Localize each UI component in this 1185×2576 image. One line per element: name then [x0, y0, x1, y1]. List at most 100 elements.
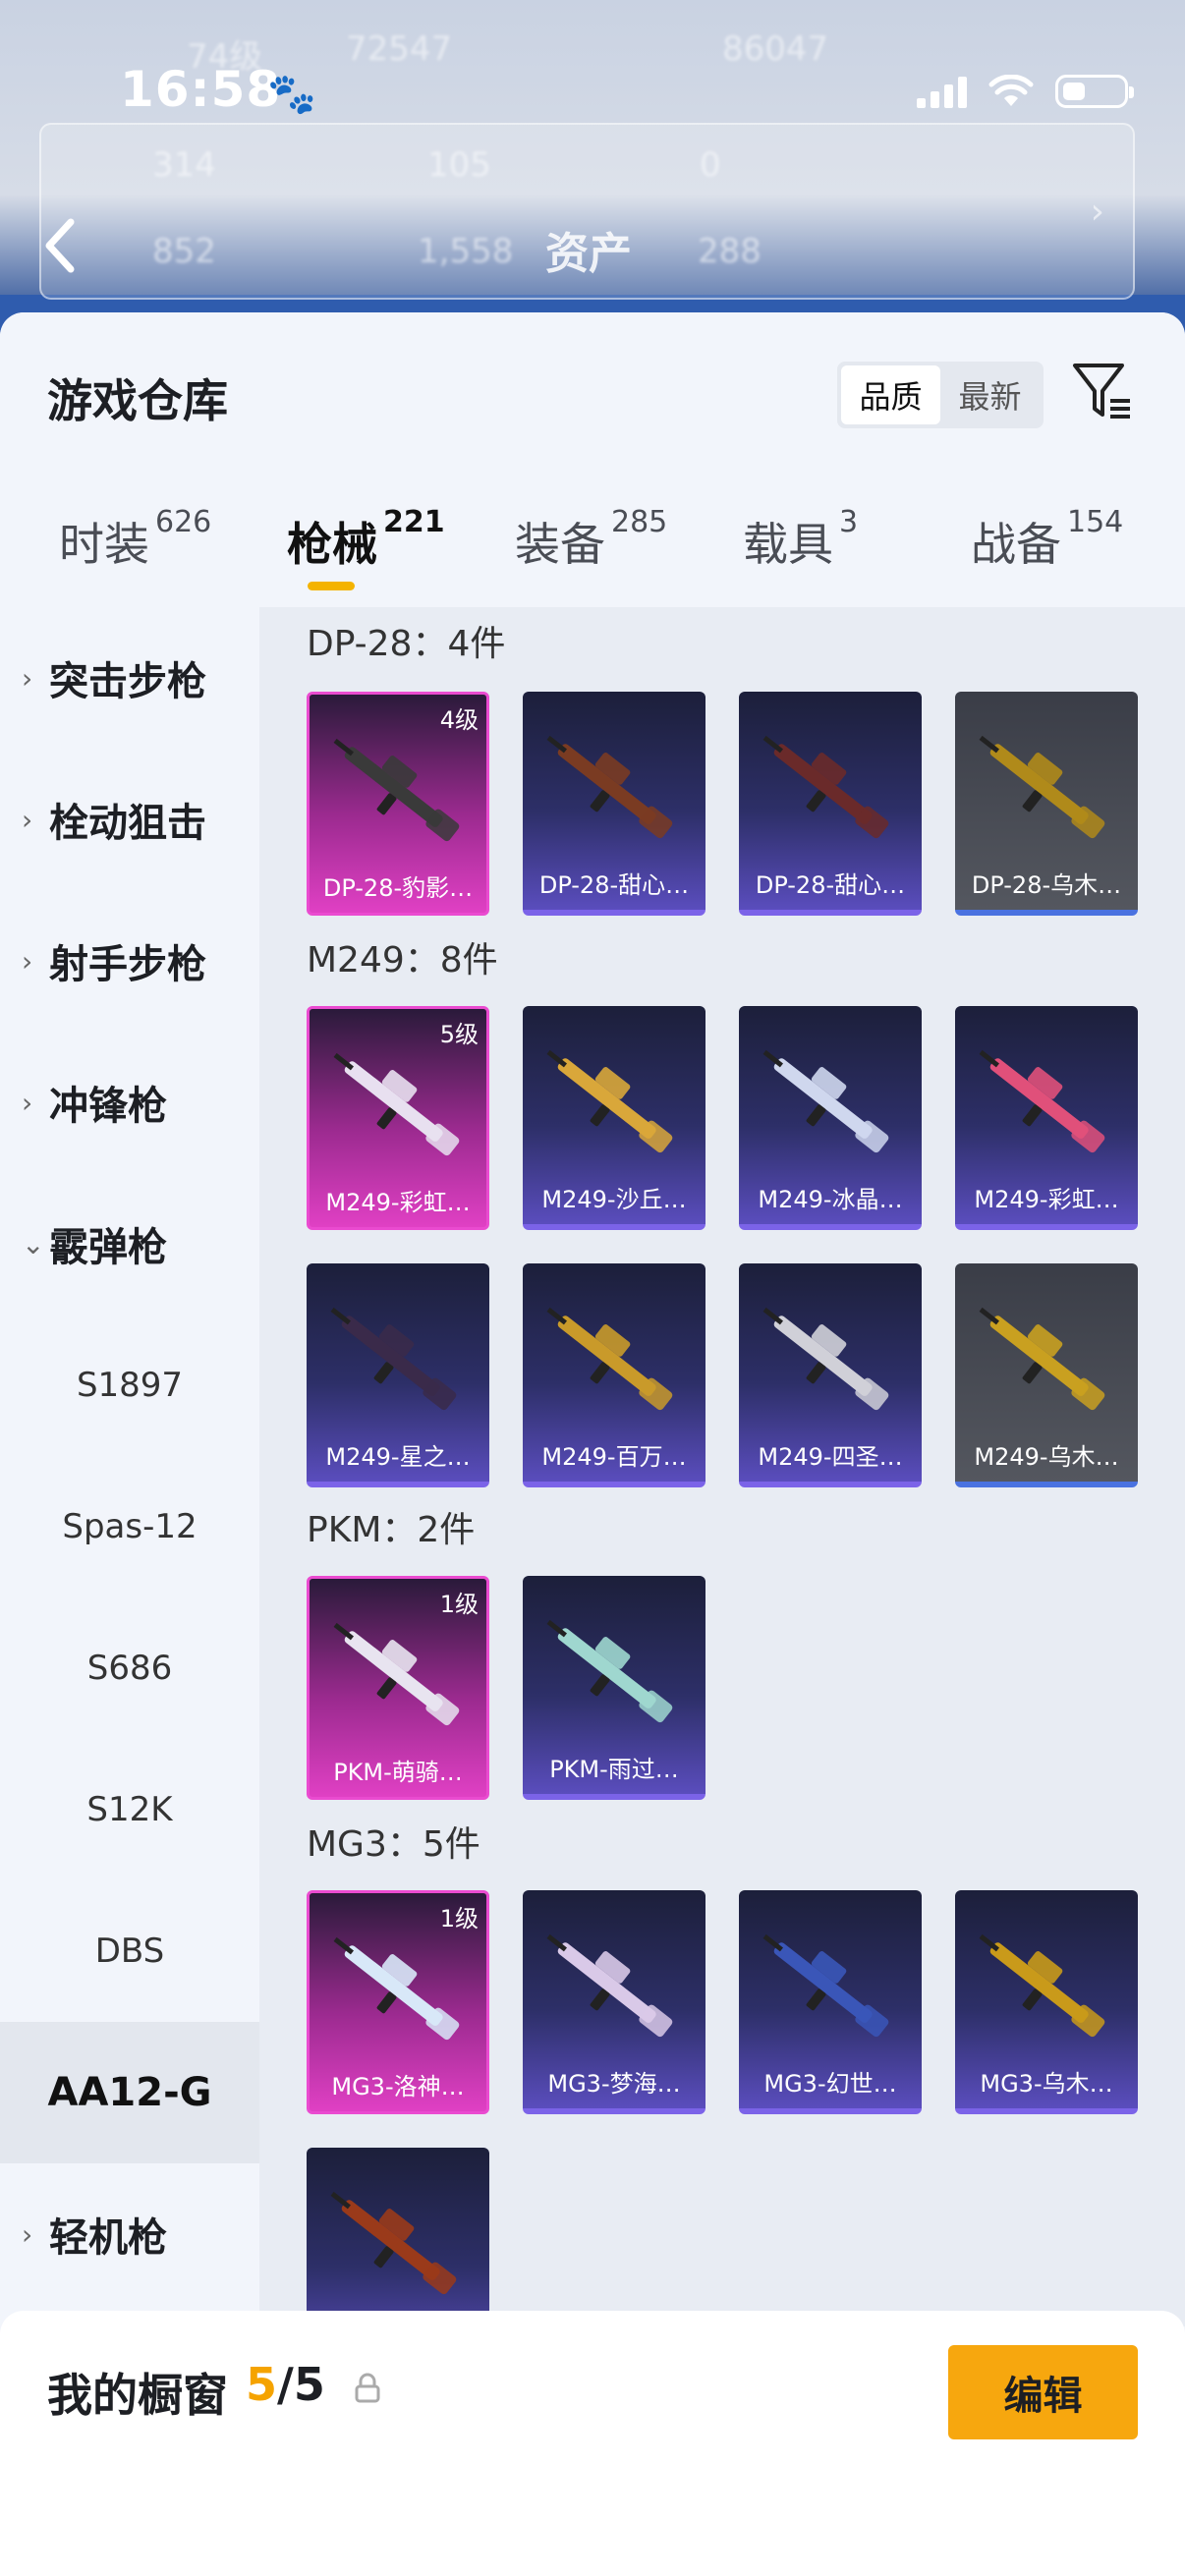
skin-name: DP-28-甜心…	[538, 871, 690, 899]
chevron-down-icon: ⌄	[22, 1227, 45, 1260]
skin-level-badge: 1级	[439, 1905, 479, 1932]
tab-label: 战备	[971, 518, 1061, 571]
skin-card[interactable]: M249-沙丘…	[523, 1006, 705, 1230]
background-stat: 0	[700, 145, 721, 185]
tab-equipment[interactable]: 装备 285	[515, 505, 667, 574]
sort-option-newest[interactable]: 最新	[940, 365, 1040, 424]
skin-name: M249-四圣…	[758, 1443, 903, 1471]
skin-card[interactable]: 5级 M249-彩虹…	[307, 1006, 489, 1230]
skin-grid: DP-28：4件 M249：8件 PKM：2件 MG3：5件 4级 DP-28-豹…	[259, 607, 1185, 2326]
weapon-image	[979, 735, 1105, 839]
skin-card[interactable]: M249-彩虹…	[955, 1006, 1138, 1230]
chevron-right-icon: ›	[22, 2217, 33, 2251]
skin-card[interactable]: M249-乌木…	[955, 1263, 1138, 1487]
skin-card[interactable]: M249-星之…	[307, 1263, 489, 1487]
skin-name: M249-彩虹…	[325, 1189, 471, 1216]
tab-vehicles[interactable]: 载具 3	[743, 505, 858, 574]
group-title: DP-28：4件	[307, 624, 506, 664]
showcase-count-current: 5	[246, 2358, 278, 2411]
background-header: 74级 72547 86047 314 105 0 852 1,558 288 …	[0, 0, 1185, 334]
skin-name: DP-28-乌木…	[971, 871, 1122, 899]
weapon-image	[979, 1933, 1105, 2038]
background-stat: 314	[152, 145, 216, 185]
sidebar-item-label: 突击步枪	[49, 659, 206, 704]
tab-count: 221	[383, 505, 445, 539]
skin-card[interactable]: DP-28-甜心…	[523, 692, 705, 916]
skin-name: MG3-梦海…	[547, 2070, 681, 2098]
category-tabs: 时装 626 枪械 221 装备 285 载具 3 战备 154	[0, 505, 1185, 597]
sort-toggle: 品质 最新	[837, 362, 1044, 428]
weapon-image	[979, 1049, 1105, 1153]
skin-card[interactable]: M249-四圣…	[739, 1263, 922, 1487]
showcase-count-total: 5	[293, 2358, 325, 2411]
skin-card[interactable]: PKM-雨过…	[523, 1576, 705, 1800]
sort-option-quality[interactable]: 品质	[841, 365, 940, 424]
weapon-image	[762, 735, 889, 839]
skin-card[interactable]: 1级 PKM-萌骑…	[307, 1576, 489, 1800]
skin-card[interactable]: DP-28-乌木…	[955, 692, 1138, 916]
skin-level-badge: 5级	[439, 1021, 479, 1048]
warehouse-sheet: 游戏仓库 品质 最新 时装 626 枪械 221 装备 285 载具 3 战备 …	[0, 312, 1185, 2576]
sidebar-subitem-s12k[interactable]: S12K	[0, 1739, 259, 1880]
filter-icon[interactable]	[1071, 360, 1134, 422]
sidebar-item-assault-rifle[interactable]: › 突击步枪	[0, 607, 259, 749]
back-arrow-icon[interactable]	[39, 216, 79, 275]
skin-card[interactable]: 4级 DP-28-豹影…	[307, 692, 489, 916]
background-stat: 852	[152, 232, 216, 271]
group-title: MG3：5件	[307, 1824, 480, 1865]
sidebar-item-smg[interactable]: › 冲锋枪	[0, 1032, 259, 1173]
background-stat: 86047	[722, 29, 829, 69]
weapon-image	[546, 1933, 673, 2038]
skin-card[interactable]: M249-冰晶…	[739, 1006, 922, 1230]
sidebar-subitem-s1897[interactable]: S1897	[0, 1315, 259, 1456]
weapon-image	[546, 1049, 673, 1153]
weapon-image	[546, 735, 673, 839]
sidebar-item-shotgun[interactable]: ⌄ 霰弹枪	[0, 1173, 259, 1315]
sidebar-item-marksman-rifle[interactable]: › 射手步枪	[0, 890, 259, 1032]
weapon-image	[762, 1933, 889, 2038]
tab-firearms[interactable]: 枪械 221	[287, 505, 445, 574]
edit-button[interactable]: 编辑	[948, 2345, 1138, 2439]
sidebar-item-bolt-sniper[interactable]: › 栓动狙击	[0, 749, 259, 890]
group-title: M249：8件	[307, 940, 498, 980]
sidebar-subitem-spas12[interactable]: Spas-12	[0, 1456, 259, 1597]
chevron-right-icon: ›	[1090, 192, 1104, 232]
signal-icon	[917, 77, 967, 108]
sheet-header: 游戏仓库 品质 最新 时装 626 枪械 221 装备 285 载具 3 战备 …	[0, 312, 1185, 607]
weapon-category-sidebar: › 突击步枪 › 栓动狙击 › 射手步枪 › 冲锋枪 ⌄ 霰弹枪 S1897 S…	[0, 607, 259, 2326]
skin-card[interactable]: MG3-乌木…	[955, 1890, 1138, 2114]
chevron-right-icon: ›	[22, 1086, 33, 1119]
sidebar-item-lmg[interactable]: › 轻机枪	[0, 2163, 259, 2305]
skin-name: PKM-萌骑…	[333, 1759, 463, 1786]
chevron-right-icon: ›	[22, 944, 33, 978]
tab-label: 载具	[743, 518, 833, 571]
tab-gear[interactable]: 战备 154	[971, 505, 1123, 574]
tab-count: 154	[1067, 505, 1124, 539]
skin-name: M249-沙丘…	[541, 1186, 687, 1213]
skin-card[interactable]: MG3-梦海…	[523, 1890, 705, 2114]
skin-card[interactable]	[307, 2148, 489, 2326]
chevron-right-icon: ›	[22, 661, 33, 695]
tab-count: 3	[839, 505, 859, 539]
skin-card[interactable]: DP-28-甜心…	[739, 692, 922, 916]
skin-name: MG3-幻世…	[763, 2070, 897, 2098]
skin-name: M249-乌木…	[974, 1443, 1119, 1471]
background-stat: 72547	[346, 29, 453, 69]
tab-fashion[interactable]: 时装 626	[59, 505, 211, 574]
tab-count: 285	[611, 505, 668, 539]
skin-card[interactable]: M249-百万…	[523, 1263, 705, 1487]
skin-name: M249-百万…	[541, 1443, 687, 1471]
weapon-image	[762, 1307, 889, 1411]
weapon-image	[979, 1307, 1105, 1411]
active-tab-indicator	[308, 582, 355, 590]
sidebar-subitem-aa12g[interactable]: AA12-G	[0, 2022, 259, 2163]
sidebar-subitem-s686[interactable]: S686	[0, 1597, 259, 1739]
sidebar-item-label: 冲锋枪	[49, 1084, 167, 1129]
skin-name: DP-28-豹影…	[322, 874, 474, 902]
sidebar-subitem-dbs[interactable]: DBS	[0, 1880, 259, 2022]
weapon-image	[333, 1052, 460, 1156]
skin-card[interactable]: MG3-幻世…	[739, 1890, 922, 2114]
weapon-image	[333, 1936, 460, 2041]
weapon-image	[330, 2191, 457, 2295]
skin-card[interactable]: 1级 MG3-洛神…	[307, 1890, 489, 2114]
